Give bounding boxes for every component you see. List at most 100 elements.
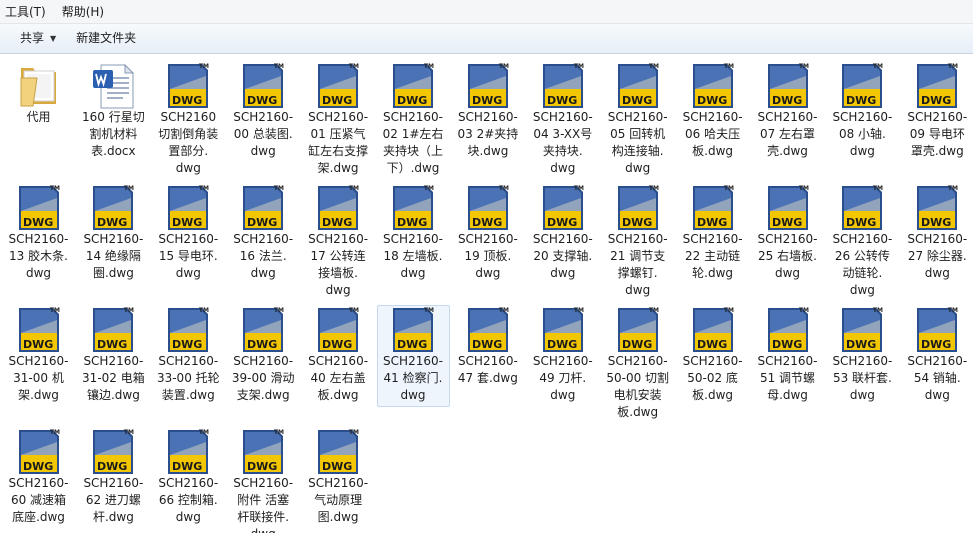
- file-item[interactable]: TM DWG SCH2160- 00 总装图. dwg: [227, 61, 300, 161]
- svg-text:TM: TM: [798, 63, 808, 70]
- file-item[interactable]: TM DWG SCH2160- 03 2#夹持 块.dwg: [451, 61, 524, 161]
- svg-text:DWG: DWG: [846, 94, 876, 107]
- file-item[interactable]: TM DWG SCH2160- 18 左墙板. dwg: [377, 183, 450, 283]
- file-item[interactable]: TM DWG SCH2160- 26 公转传 动链轮. dwg: [826, 183, 899, 300]
- file-item[interactable]: TM DWG SCH2160- 17 公转连 接墙板. dwg: [302, 183, 375, 300]
- word-document-icon: [93, 63, 135, 109]
- file-name: SCH2160- 62 进刀螺 杆.dwg: [83, 476, 144, 524]
- file-name: 代用: [26, 110, 51, 124]
- file-item[interactable]: TM DWG SCH2160- 25 右墙板. dwg: [751, 183, 824, 283]
- svg-text:DWG: DWG: [697, 94, 727, 107]
- file-item[interactable]: 160 行星切 割机材料 表.docx: [77, 61, 150, 161]
- file-item[interactable]: TM DWG SCH2160- 33-00 托轮 装置.dwg: [152, 305, 225, 405]
- svg-text:DWG: DWG: [921, 338, 951, 351]
- file-item[interactable]: TM DWG SCH2160- 附件 活塞 杆联接件. dwg: [227, 427, 300, 533]
- svg-text:DWG: DWG: [547, 216, 577, 229]
- dwg-file-icon: TM DWG: [692, 185, 734, 230]
- svg-text:DWG: DWG: [172, 94, 202, 107]
- file-item[interactable]: TM DWG SCH2160- 41 检察门. dwg: [376, 305, 450, 407]
- file-name: SCH2160- 27 除尘器. dwg: [907, 232, 968, 280]
- svg-text:DWG: DWG: [772, 338, 802, 351]
- file-item[interactable]: TM DWG SCH2160- 气动原理 图.dwg: [302, 427, 375, 527]
- file-item[interactable]: TM DWG SCH2160- 09 导电环 罩壳.dwg: [901, 61, 973, 161]
- svg-text:TM: TM: [49, 185, 59, 192]
- dwg-file-icon: TM DWG: [243, 429, 284, 474]
- file-name: SCH2160- 31-00 机 架.dwg: [8, 354, 69, 402]
- file-item[interactable]: TM DWG SCH2160- 49 刀杆. dwg: [526, 305, 599, 405]
- file-item[interactable]: TM DWG SCH2160- 02 1#左右 夹持块（上 下）.dwg: [377, 61, 450, 178]
- file-list-view[interactable]: 代用 160 行星切 割机材料 表.docx TM DWG SCH2160 切割倒角装 …: [0, 54, 973, 533]
- file-name: 160 行星切 割机材料 表.docx: [82, 110, 145, 158]
- file-name: SCH2160- 气动原理 图.dwg: [308, 476, 369, 524]
- file-name: SCH2160- 15 导电环. dwg: [158, 232, 219, 280]
- svg-text:TM: TM: [349, 307, 359, 314]
- file-item[interactable]: TM DWG SCH2160- 54 销轴. dwg: [901, 305, 973, 405]
- file-item[interactable]: TM DWG SCH2160- 40 左右盖 板.dwg: [302, 305, 375, 405]
- new-folder-button[interactable]: 新建文件夹: [66, 25, 146, 52]
- dwg-file-icon: TM DWG: [542, 63, 584, 108]
- file-item[interactable]: TM DWG SCH2160- 53 联杆套. dwg: [826, 305, 899, 405]
- file-item[interactable]: 代用: [2, 61, 75, 127]
- file-item[interactable]: TM DWG SCH2160- 22 主动链 轮.dwg: [676, 183, 749, 283]
- file-item[interactable]: TM DWG SCH2160- 66 控制箱. dwg: [152, 427, 225, 527]
- file-item[interactable]: TM DWG SCH2160 切割倒角装 置部分. dwg: [152, 61, 225, 178]
- file-item[interactable]: TM DWG SCH2160- 27 除尘器. dwg: [901, 183, 973, 283]
- share-button[interactable]: 共享 ▼: [0, 25, 66, 52]
- file-name: SCH2160- 49 刀杆. dwg: [532, 354, 593, 402]
- svg-text:DWG: DWG: [472, 338, 502, 351]
- file-item[interactable]: TM DWG SCH2160- 50-02 底 板.dwg: [676, 305, 749, 405]
- svg-text:DWG: DWG: [622, 94, 652, 107]
- file-item[interactable]: TM DWG SCH2160- 05 回转机 构连接轴. dwg: [601, 61, 674, 178]
- file-item[interactable]: TM DWG SCH2160- 16 法兰. dwg: [227, 183, 300, 283]
- file-name: SCH2160- 50-00 切割 电机安装 板.dwg: [606, 354, 670, 419]
- file-item[interactable]: TM DWG SCH2160- 14 绝缘隔 圈.dwg: [77, 183, 150, 283]
- svg-text:DWG: DWG: [921, 94, 951, 107]
- file-name: SCH2160- 47 套.dwg: [457, 354, 518, 385]
- svg-text:TM: TM: [499, 63, 509, 70]
- menu-tools[interactable]: 工具(T): [0, 1, 54, 23]
- dwg-file-icon: TM DWG: [168, 63, 209, 108]
- file-name: SCH2160- 17 公转连 接墙板. dwg: [308, 232, 369, 297]
- svg-text:DWG: DWG: [846, 216, 876, 229]
- file-item[interactable]: TM DWG SCH2160- 13 胶木条. dwg: [2, 183, 75, 283]
- file-item[interactable]: TM DWG SCH2160- 60 减速箱 底座.dwg: [2, 427, 75, 527]
- file-item[interactable]: TM DWG SCH2160- 07 左右罩 壳.dwg: [751, 61, 824, 161]
- svg-text:DWG: DWG: [172, 216, 202, 229]
- svg-text:TM: TM: [873, 63, 883, 70]
- file-item[interactable]: TM DWG SCH2160- 21 调节支 撑螺钉. dwg: [601, 183, 674, 300]
- file-item[interactable]: TM DWG SCH2160- 51 调节螺 母.dwg: [751, 305, 824, 405]
- file-name: SCH2160- 22 主动链 轮.dwg: [682, 232, 743, 280]
- svg-text:TM: TM: [124, 185, 134, 192]
- svg-text:TM: TM: [199, 429, 209, 436]
- file-item[interactable]: TM DWG SCH2160- 08 小轴. dwg: [826, 61, 899, 161]
- svg-text:TM: TM: [873, 185, 883, 192]
- file-item[interactable]: TM DWG SCH2160- 04 3-XX号 夹持块. dwg: [526, 61, 599, 178]
- file-item[interactable]: TM DWG SCH2160- 01 压紧气 缸左右支撑 架.dwg: [302, 61, 375, 178]
- dwg-file-icon: TM DWG: [692, 307, 734, 352]
- svg-text:TM: TM: [424, 63, 434, 70]
- file-item[interactable]: TM DWG SCH2160- 50-00 切割 电机安装 板.dwg: [601, 305, 674, 422]
- svg-text:TM: TM: [649, 307, 659, 314]
- file-item[interactable]: TM DWG SCH2160- 15 导电环. dwg: [152, 183, 225, 283]
- file-item[interactable]: TM DWG SCH2160- 20 支撑轴. dwg: [526, 183, 599, 283]
- file-item[interactable]: TM DWG SCH2160- 62 进刀螺 杆.dwg: [77, 427, 150, 527]
- dwg-file-icon: TM DWG: [93, 307, 134, 352]
- file-item[interactable]: TM DWG SCH2160- 39-00 滑动 支架.dwg: [227, 305, 300, 405]
- file-name: SCH2160- 54 销轴. dwg: [907, 354, 968, 402]
- svg-text:DWG: DWG: [547, 94, 577, 107]
- file-name: SCH2160- 50-02 底 板.dwg: [682, 354, 743, 402]
- file-item[interactable]: TM DWG SCH2160- 47 套.dwg: [451, 305, 524, 388]
- command-bar: 共享 ▼ 新建文件夹: [0, 24, 973, 54]
- file-item[interactable]: TM DWG SCH2160- 06 哈夫压 板.dwg: [676, 61, 749, 161]
- file-item[interactable]: TM DWG SCH2160- 31-00 机 架.dwg: [2, 305, 75, 405]
- menu-help[interactable]: 帮助(H): [54, 1, 112, 23]
- dwg-file-icon: TM DWG: [617, 307, 659, 352]
- svg-text:TM: TM: [349, 429, 359, 436]
- dwg-file-icon: TM DWG: [168, 429, 209, 474]
- file-item[interactable]: TM DWG SCH2160- 19 顶板. dwg: [451, 183, 524, 283]
- svg-text:TM: TM: [274, 429, 284, 436]
- svg-text:DWG: DWG: [97, 338, 127, 351]
- dwg-file-icon: TM DWG: [842, 185, 883, 230]
- file-item[interactable]: TM DWG SCH2160- 31-02 电箱 镶边.dwg: [77, 305, 150, 405]
- dwg-file-icon: TM DWG: [18, 185, 60, 230]
